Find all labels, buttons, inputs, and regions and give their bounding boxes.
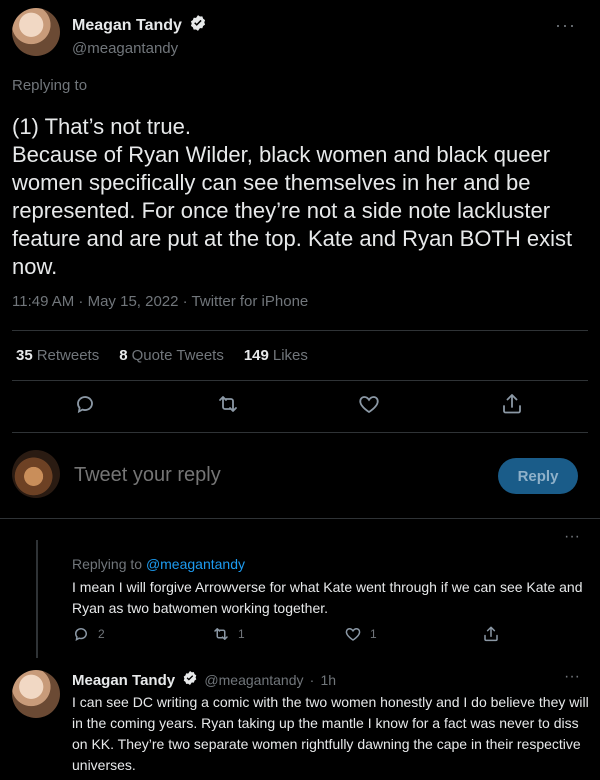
divider <box>12 380 588 381</box>
separator-dot: · <box>309 672 315 688</box>
like-count: 1 <box>370 627 377 641</box>
avatar[interactable] <box>12 8 60 56</box>
replying-to-label: Replying to @meagantandy <box>72 556 245 572</box>
retweet-action[interactable]: 1 <box>212 625 245 643</box>
avatar[interactable] <box>12 450 60 498</box>
tweet-header: Meagan Tandy @meagantandy · 1h <box>72 670 336 690</box>
tweet-time[interactable]: 1h <box>321 672 337 688</box>
tweet-stats: 35 Retweets 8 Quote Tweets 149 Likes <box>16 347 308 364</box>
share-icon[interactable] <box>500 392 524 416</box>
tweet-item[interactable]: Meagan Tandy @meagantandy · 1h ··· I can… <box>0 662 600 780</box>
reply-action[interactable]: 2 <box>72 625 105 643</box>
reply-composer: Reply <box>0 440 600 512</box>
retweet-count: 1 <box>238 627 245 641</box>
reply-icon <box>75 628 87 642</box>
likes-stat[interactable]: 149 Likes <box>244 347 308 364</box>
like-icon <box>345 627 361 641</box>
avatar[interactable] <box>12 670 60 718</box>
reply-tweet-text: I mean I will forgive Arrowverse for wha… <box>72 579 583 616</box>
tweet-actions <box>0 392 600 422</box>
retweets-stat[interactable]: 35 Retweets <box>16 347 99 364</box>
author-handle[interactable]: @meagantandy <box>204 672 303 688</box>
thread-line <box>36 540 38 658</box>
quotes-count: 8 <box>119 347 128 364</box>
retweet-icon[interactable] <box>216 392 240 416</box>
retweets-count: 35 <box>16 347 33 364</box>
like-icon[interactable] <box>357 392 381 416</box>
share-icon <box>484 626 498 642</box>
likes-label: Likes <box>272 347 308 364</box>
retweet-icon <box>214 628 228 640</box>
quotes-label: Quote Tweets <box>131 347 224 364</box>
more-options-icon[interactable]: ··· <box>564 669 580 685</box>
author-block: Meagan Tandy @meagantandy <box>72 14 207 57</box>
likes-count: 149 <box>243 347 269 364</box>
share-action[interactable] <box>482 625 500 643</box>
tweet-text: I can see DC writing a comic with the tw… <box>72 694 589 773</box>
reply-count: 2 <box>98 627 105 641</box>
divider <box>12 432 588 433</box>
reply-input[interactable] <box>74 464 474 487</box>
divider <box>0 518 600 519</box>
replying-prefix: Replying to <box>72 556 143 572</box>
more-options-icon[interactable]: ··· <box>564 529 580 545</box>
reply-button[interactable]: Reply <box>498 458 578 494</box>
like-action[interactable]: 1 <box>344 625 377 643</box>
author-handle[interactable]: @meagantandy <box>72 40 207 57</box>
retweets-label: Retweets <box>36 347 100 364</box>
divider <box>12 330 588 331</box>
tweet-text: (1) That’s not true. Because of Ryan Wil… <box>12 114 573 279</box>
author-name[interactable]: Meagan Tandy <box>72 672 175 689</box>
replying-handle-link[interactable]: @meagantandy <box>146 556 245 572</box>
replying-to-label: Replying to <box>12 77 88 94</box>
tweet-timestamp[interactable]: 11:49 AM · May 15, 2022 · Twitter for iP… <box>12 293 308 310</box>
verified-icon <box>182 670 198 690</box>
reply-tweet-actions: 2 1 1 <box>72 625 512 645</box>
author-name[interactable]: Meagan Tandy <box>72 17 182 35</box>
quote-tweets-stat[interactable]: 8 Quote Tweets <box>119 347 224 364</box>
more-options-icon[interactable]: ··· <box>555 16 576 34</box>
verified-icon <box>189 14 207 37</box>
tweet-header: Meagan Tandy @meagantandy ··· <box>12 8 588 64</box>
reply-icon[interactable] <box>73 392 97 416</box>
